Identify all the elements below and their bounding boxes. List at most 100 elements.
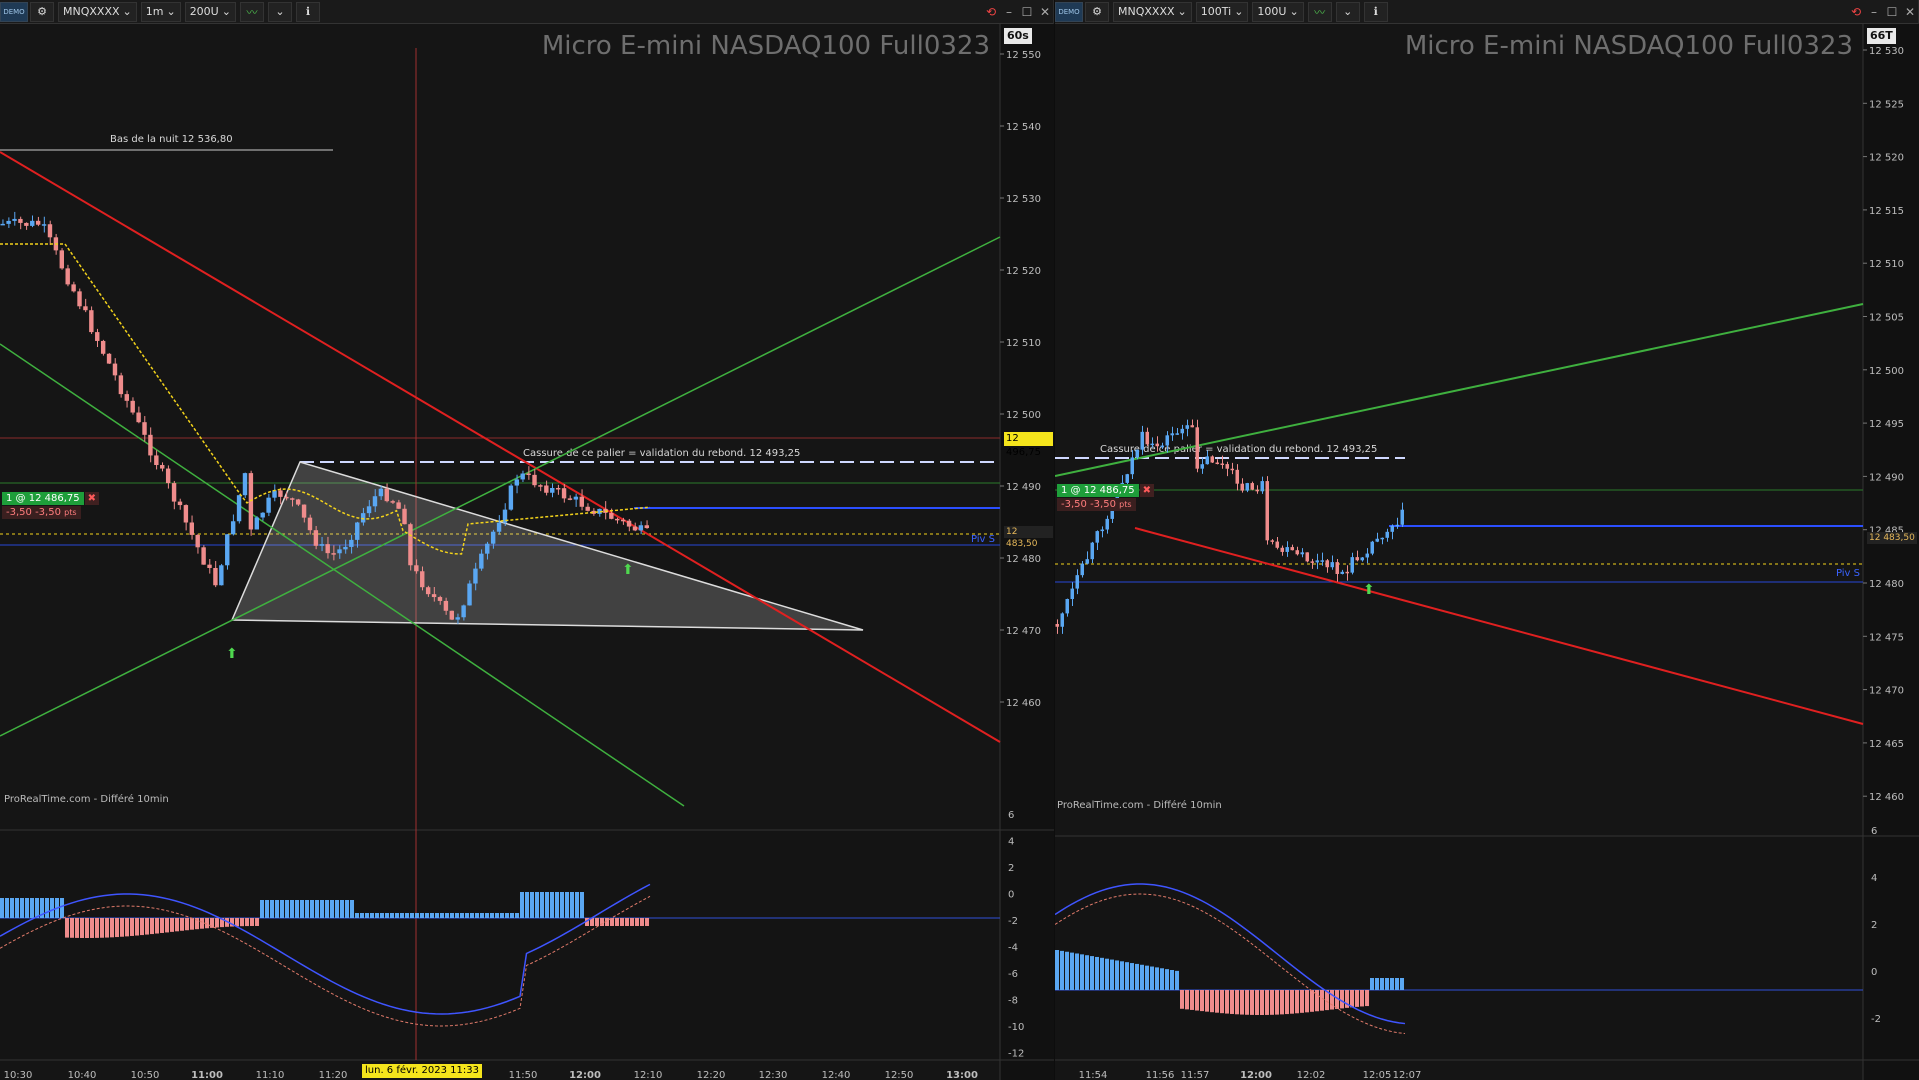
oscillator-bar bbox=[395, 913, 399, 918]
units-selector[interactable]: 100U ⌄ bbox=[1252, 1, 1304, 22]
info-icon[interactable]: ℹ bbox=[1363, 1, 1388, 22]
price-candle bbox=[1060, 613, 1064, 627]
price-candle bbox=[1065, 599, 1069, 614]
price-candle bbox=[1325, 560, 1329, 568]
close-position-icon[interactable]: ✖ bbox=[1139, 484, 1155, 497]
oscillator-bar bbox=[320, 900, 324, 918]
position-box[interactable]: 1 @ 12 486,75 ✖ -3,50 -3,50 pts bbox=[1057, 484, 1155, 511]
chart-type-dropdown[interactable]: ⌄ bbox=[267, 1, 292, 22]
oscillator-bar bbox=[15, 898, 19, 918]
maximize-icon[interactable]: ☐ bbox=[1884, 4, 1900, 20]
close-icon[interactable]: ✕ bbox=[1037, 4, 1053, 20]
left-chart-svg[interactable]: Micro E-mini NASDAQ100 Full0323 12 550 12 … bbox=[0, 24, 1054, 1080]
oscillator-bar bbox=[120, 918, 124, 937]
sync-icon[interactable]: ⟲ bbox=[1848, 4, 1864, 20]
oscillator-bar bbox=[1330, 990, 1334, 1010]
oscillator-bar bbox=[640, 918, 644, 926]
instrument-link-icon[interactable]: ⚙ bbox=[1085, 1, 1109, 22]
oscillator-bar bbox=[1350, 990, 1354, 1008]
price-candle bbox=[1360, 557, 1364, 561]
price-candle bbox=[1125, 474, 1129, 483]
price-candle bbox=[1210, 456, 1214, 463]
maximize-icon[interactable]: ☐ bbox=[1019, 4, 1035, 20]
price-candle bbox=[485, 543, 490, 554]
symbol-selector[interactable]: MNQXXXX ⌄ bbox=[1113, 1, 1192, 22]
symbol-selector[interactable]: MNQXXXX ⌄ bbox=[58, 1, 137, 22]
price-candle bbox=[313, 530, 319, 546]
oscillator-bar bbox=[325, 900, 329, 918]
price-candle bbox=[567, 498, 573, 500]
right-chart-svg[interactable]: Micro E-mini NASDAQ100 Full0323 12 530 12 … bbox=[1055, 24, 1919, 1080]
oscillator-bar bbox=[1400, 978, 1404, 990]
chart-title: Micro E-mini NASDAQ100 Full0323 bbox=[1405, 31, 1853, 61]
price-candle bbox=[490, 531, 496, 544]
price-candle bbox=[290, 498, 295, 500]
price-candle bbox=[579, 496, 584, 507]
chart-type-dropdown[interactable]: ⌄ bbox=[1335, 1, 1360, 22]
time-tick-label: 10:40 bbox=[68, 1070, 97, 1080]
minimize-icon[interactable]: – bbox=[1001, 4, 1017, 20]
oscillator-bar bbox=[1225, 990, 1229, 1014]
oscillator-tick-label: 2 bbox=[1871, 920, 1877, 931]
oscillator-bar bbox=[20, 898, 24, 918]
pnl-value: -3,50 bbox=[6, 507, 32, 518]
oscillator-bar bbox=[1340, 990, 1344, 1009]
price-candle bbox=[1270, 540, 1274, 542]
right-toolbar: DEMO ⚙ MNQXXXX ⌄ 100Ti ⌄ 100U ⌄ 〰 ⌄ ℹ ⟲ – ☐… bbox=[1055, 0, 1918, 24]
price-candle bbox=[1275, 541, 1279, 548]
minimize-icon[interactable]: – bbox=[1866, 4, 1882, 20]
units-selector[interactable]: 200U ⌄ bbox=[184, 1, 236, 22]
close-icon[interactable]: ✕ bbox=[1902, 4, 1918, 20]
price-tick-label: 12 520 bbox=[1006, 266, 1041, 277]
chart-type-icon[interactable]: 〰 bbox=[1307, 1, 1332, 22]
sync-icon[interactable]: ⟲ bbox=[983, 4, 999, 20]
left-chart-area[interactable]: Micro E-mini NASDAQ100 Full0323 12 550 12 … bbox=[0, 24, 1054, 1080]
price-tick-label: 12 470 bbox=[1006, 626, 1041, 637]
price-candle bbox=[1365, 553, 1369, 558]
price-candle bbox=[272, 490, 277, 498]
oscillator-bar bbox=[75, 918, 79, 938]
price-candle bbox=[1320, 560, 1324, 562]
oscillator-bar bbox=[1055, 950, 1059, 990]
chevron-down-icon: ⌄ bbox=[1234, 5, 1244, 18]
chart-type-icon[interactable]: 〰 bbox=[239, 1, 264, 22]
position-box[interactable]: 1 @ 12 486,75 ✖ -3,50 -3,50 pts bbox=[2, 492, 100, 519]
oscillator-bar bbox=[360, 913, 364, 918]
units-label: 200U bbox=[189, 5, 219, 18]
right-chart-area[interactable]: Micro E-mini NASDAQ100 Full0323 12 530 12 … bbox=[1055, 24, 1919, 1080]
oscillator-bar bbox=[615, 918, 619, 926]
price-candle bbox=[1355, 557, 1359, 561]
price-candle bbox=[1255, 489, 1259, 492]
price-candle bbox=[609, 512, 614, 519]
price-tick-label: 12 495 bbox=[1869, 419, 1904, 430]
chevron-down-icon: ⌄ bbox=[122, 5, 132, 18]
timeframe-selector[interactable]: 1m ⌄ bbox=[140, 1, 181, 22]
price-candle bbox=[1130, 457, 1134, 475]
oscillator-tick-label: -10 bbox=[1008, 1022, 1024, 1033]
symbol-label: MNQXXXX bbox=[63, 5, 120, 18]
oscillator-bar bbox=[570, 892, 574, 918]
oscillator-bar bbox=[275, 900, 279, 918]
price-candle bbox=[106, 353, 112, 364]
buy-arrow-icon: ⬆ bbox=[622, 562, 634, 578]
close-position-icon[interactable]: ✖ bbox=[84, 492, 100, 505]
oscillator-tick-label: 4 bbox=[1871, 873, 1877, 884]
price-candle bbox=[325, 544, 330, 554]
oscillator-bar bbox=[1100, 957, 1104, 990]
price-candle bbox=[24, 222, 29, 226]
oscillator-bar bbox=[1085, 955, 1089, 990]
instrument-link-icon[interactable]: ⚙ bbox=[30, 1, 54, 22]
oscillator-bar bbox=[140, 918, 144, 936]
oscillator-bar bbox=[1285, 990, 1289, 1015]
oscillator-bar bbox=[260, 900, 264, 918]
price-candle bbox=[349, 539, 354, 547]
price-candle bbox=[195, 534, 200, 548]
oscillator-bar bbox=[1165, 969, 1169, 990]
info-icon[interactable]: ℹ bbox=[295, 1, 320, 22]
timeframe-selector[interactable]: 100Ti ⌄ bbox=[1195, 1, 1249, 22]
price-candle bbox=[425, 587, 431, 595]
oscillator-bar bbox=[1135, 963, 1139, 990]
price-candle bbox=[301, 504, 307, 518]
right-chart-window: DEMO ⚙ MNQXXXX ⌄ 100Ti ⌄ 100U ⌄ 〰 ⌄ ℹ ⟲ – ☐… bbox=[1055, 0, 1919, 1080]
price-candle bbox=[1375, 538, 1379, 542]
